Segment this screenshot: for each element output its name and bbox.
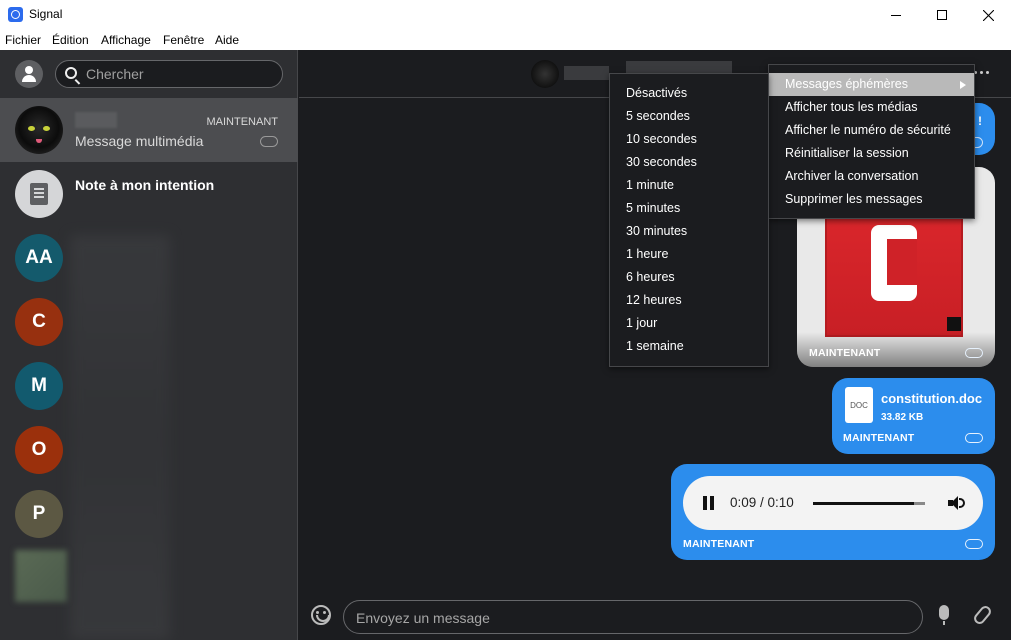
document-size: 33.82 KB (881, 412, 924, 423)
read-receipt-icon (965, 348, 983, 358)
search-box (55, 60, 283, 88)
submenu-item[interactable]: 1 semaine (610, 335, 768, 358)
note-icon (30, 183, 48, 205)
menu-item-show-all-media[interactable]: Afficher tous les médias (769, 96, 974, 119)
audio-message: 0:09 / 0:10 MAINTENANT (671, 464, 995, 560)
conversation-title: Note à mon intention (75, 177, 215, 193)
image-logo-letter (871, 225, 917, 301)
submenu-item[interactable]: 10 secondes (610, 128, 768, 151)
menu-item-disappearing-messages[interactable]: Messages éphémères (769, 73, 974, 96)
audio-progress-bar[interactable] (813, 502, 925, 505)
emoji-icon[interactable] (311, 605, 331, 625)
document-message[interactable]: DOC constitution.doc 33.82 KB MAINTENANT (832, 378, 995, 454)
conversation-item[interactable]: P (0, 482, 298, 546)
pause-icon[interactable] (703, 496, 715, 510)
profile-avatar[interactable] (15, 60, 43, 88)
submenu-item[interactable]: 6 heures (610, 266, 768, 289)
message-timestamp: MAINTENANT (843, 432, 915, 444)
header-avatar[interactable] (531, 60, 559, 88)
menu-item-reset-session[interactable]: Réinitialiser la session (769, 142, 974, 165)
maximize-button[interactable] (919, 0, 965, 30)
audio-player: 0:09 / 0:10 (683, 476, 983, 530)
submenu-item[interactable]: 1 jour (610, 312, 768, 335)
message-input[interactable] (356, 609, 906, 627)
document-icon: DOC (845, 387, 873, 423)
redacted-contact-name (75, 112, 117, 128)
avatar: M (15, 362, 63, 410)
menu-item-label: Messages éphémères (785, 77, 908, 91)
conversation-timestamp: MAINTENANT (206, 116, 279, 128)
image-square (947, 317, 961, 331)
more-options-icon[interactable] (974, 64, 994, 80)
read-receipt-icon (965, 539, 983, 549)
submenu-item[interactable]: 12 heures (610, 289, 768, 312)
menu-bar: Fichier Édition Affichage Fenêtre Aide (0, 30, 1011, 50)
redacted-contact-name (564, 66, 609, 80)
conversation-options-menu: Messages éphémères Afficher tous les méd… (768, 64, 975, 219)
avatar: P (15, 490, 63, 538)
menu-affichage[interactable]: Affichage (101, 33, 151, 47)
avatar: AA (15, 234, 63, 282)
submenu-item[interactable]: Désactivés (610, 82, 768, 105)
submenu-item[interactable]: 30 minutes (610, 220, 768, 243)
audio-time: 0:09 / 0:10 (730, 495, 794, 510)
cat-tongue (36, 139, 42, 143)
composer (299, 598, 1011, 640)
message-timestamp: MAINTENANT (683, 538, 755, 550)
menu-item-show-safety-number[interactable]: Afficher le numéro de sécurité (769, 119, 974, 142)
conversation-item[interactable]: M (0, 354, 298, 418)
audio-progress-fill (813, 502, 914, 505)
message-text: ! (978, 114, 982, 128)
search-input[interactable] (86, 65, 276, 83)
minimize-icon (891, 14, 901, 16)
avatar: C (15, 298, 63, 346)
conversation-item[interactable]: MAINTENANT Message multimédia (0, 98, 298, 162)
conversation-item[interactable]: AA (0, 226, 298, 290)
redacted-avatar (15, 550, 67, 602)
search-icon (65, 67, 77, 79)
cat-eye (28, 126, 35, 131)
title-bar: Signal (0, 0, 1011, 30)
conversation-item[interactable]: O (0, 418, 298, 482)
submenu-arrow-icon (960, 81, 966, 89)
attachment-icon[interactable] (971, 603, 994, 627)
avatar (15, 106, 63, 154)
maximize-icon (937, 10, 947, 20)
read-receipt-icon (260, 136, 278, 147)
avatar: O (15, 426, 63, 474)
microphone-icon[interactable] (939, 605, 949, 625)
conversation-preview: Message multimédia (75, 133, 204, 149)
menu-aide[interactable]: Aide (215, 33, 239, 47)
volume-icon[interactable] (948, 495, 966, 511)
menu-item-archive-conversation[interactable]: Archiver la conversation (769, 165, 974, 188)
disappearing-messages-submenu: Désactivés 5 secondes 10 secondes 30 sec… (609, 73, 769, 367)
submenu-item[interactable]: 5 minutes (610, 197, 768, 220)
submenu-item[interactable]: 5 secondes (610, 105, 768, 128)
submenu-item[interactable]: 1 heure (610, 243, 768, 266)
message-input-box (343, 600, 923, 634)
sidebar: MAINTENANT Message multimédia Note à mon… (0, 50, 298, 640)
menu-fenetre[interactable]: Fenêtre (163, 33, 204, 47)
message-timestamp: MAINTENANT (809, 347, 881, 359)
close-button[interactable] (965, 0, 1011, 30)
submenu-item[interactable]: 30 secondes (610, 151, 768, 174)
submenu-item[interactable]: 1 minute (610, 174, 768, 197)
window-title: Signal (29, 7, 63, 21)
read-receipt-icon (965, 433, 983, 443)
signal-logo-icon (8, 7, 23, 22)
avatar (15, 170, 63, 218)
minimize-button[interactable] (873, 0, 919, 30)
conversation-note-to-self[interactable]: Note à mon intention (0, 162, 298, 226)
document-filename[interactable]: constitution.doc (881, 391, 982, 406)
close-icon (982, 9, 994, 21)
conversation-item[interactable]: C (0, 290, 298, 354)
menu-fichier[interactable]: Fichier (5, 33, 41, 47)
cat-eye (43, 126, 50, 131)
menu-item-delete-messages[interactable]: Supprimer les messages (769, 188, 974, 211)
menu-edition[interactable]: Édition (52, 33, 89, 47)
